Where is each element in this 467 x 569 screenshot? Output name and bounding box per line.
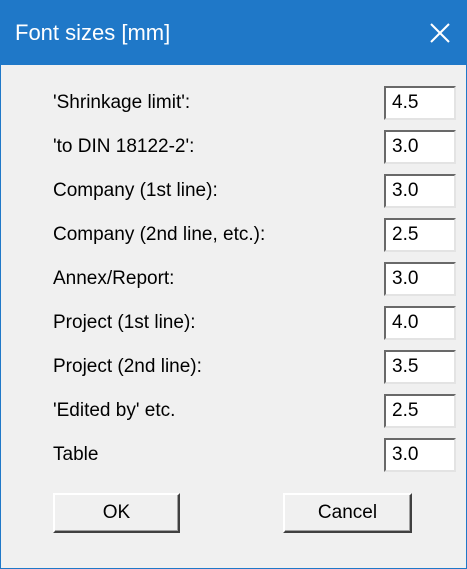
field-row-din: 'to DIN 18122-2': xyxy=(1,127,466,167)
label-company-2nd: Company (2nd line, etc.): xyxy=(53,224,266,245)
field-row-company-2nd: Company (2nd line, etc.): xyxy=(1,215,466,255)
field-row-annex-report: Annex/Report: xyxy=(1,259,466,299)
field-row-edited-by: 'Edited by' etc. xyxy=(1,391,466,431)
close-icon xyxy=(430,23,450,43)
label-project-1st: Project (1st line): xyxy=(53,312,196,333)
label-shrinkage-limit: 'Shrinkage limit': xyxy=(53,92,191,113)
label-company-1st: Company (1st line): xyxy=(53,180,218,201)
field-row-project-1st: Project (1st line): xyxy=(1,303,466,343)
field-row-project-2nd: Project (2nd line): xyxy=(1,347,466,387)
input-project-2nd[interactable] xyxy=(384,350,456,384)
dialog-title: Font sizes [mm] xyxy=(15,20,171,45)
label-edited-by: 'Edited by' etc. xyxy=(53,400,176,421)
field-row-shrinkage-limit: 'Shrinkage limit': xyxy=(1,83,466,123)
input-company-1st[interactable] xyxy=(384,174,456,208)
font-sizes-dialog: Font sizes [mm] 'Shrinkage limit': 'to D… xyxy=(0,0,467,569)
label-annex-report: Annex/Report: xyxy=(53,268,175,289)
label-din: 'to DIN 18122-2': xyxy=(53,136,195,157)
label-table: Table xyxy=(53,444,99,465)
input-table[interactable] xyxy=(384,438,456,472)
input-annex-report[interactable] xyxy=(384,262,456,296)
close-button[interactable] xyxy=(414,1,466,65)
title-bar: Font sizes [mm] xyxy=(1,1,466,65)
input-project-1st[interactable] xyxy=(384,306,456,340)
cancel-button[interactable]: Cancel xyxy=(283,493,412,533)
field-row-company-1st: Company (1st line): xyxy=(1,171,466,211)
label-project-2nd: Project (2nd line): xyxy=(53,356,202,377)
ok-button[interactable]: OK xyxy=(53,493,180,533)
input-din[interactable] xyxy=(384,130,456,164)
input-edited-by[interactable] xyxy=(384,394,456,428)
input-company-2nd[interactable] xyxy=(384,218,456,252)
input-shrinkage-limit[interactable] xyxy=(384,86,456,120)
field-row-table: Table xyxy=(1,435,466,475)
